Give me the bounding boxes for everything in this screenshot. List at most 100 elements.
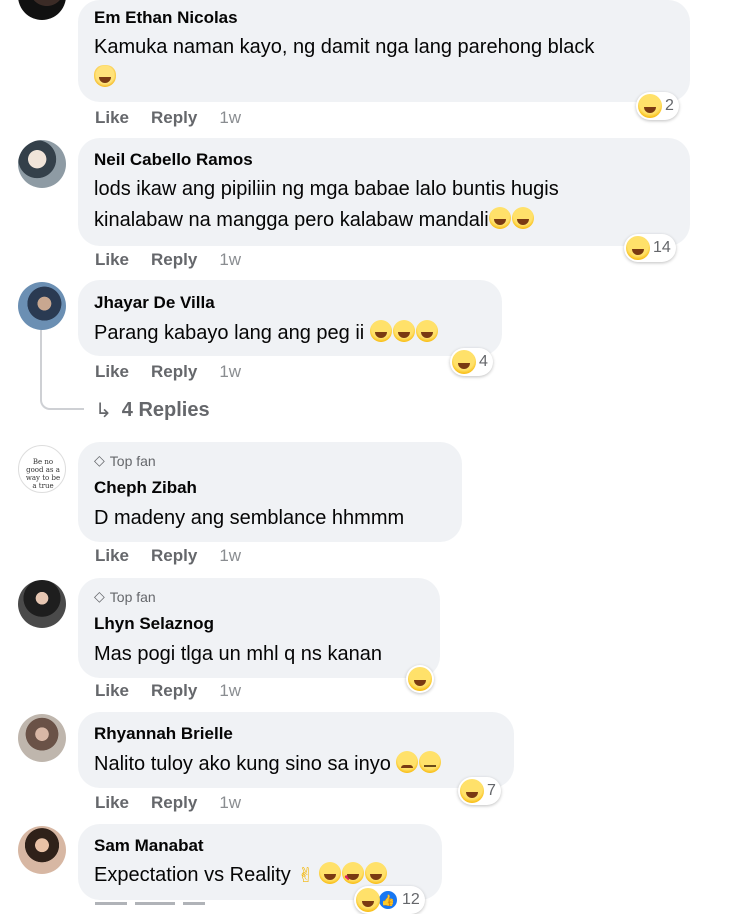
- timestamp[interactable]: 1w: [219, 362, 241, 381]
- reaction-count: 7: [487, 782, 496, 799]
- timestamp[interactable]: 1w: [219, 546, 241, 565]
- reply-thread-line: [40, 330, 84, 410]
- comment-actions: Like Reply 1w: [95, 681, 263, 701]
- comment-text: Nalito tuloy ako kung sino sa inyo: [94, 749, 442, 780]
- victory-hand-emoji-icon: [296, 860, 318, 891]
- reaction-count: 14: [653, 239, 671, 256]
- weary-emoji-icon: [396, 751, 419, 773]
- rofl-emoji-icon: [488, 207, 511, 229]
- replies-count-label: 4 Replies: [121, 399, 210, 421]
- reaction-count: 12: [402, 891, 420, 908]
- timestamp[interactable]: 1w: [219, 108, 241, 127]
- avatar[interactable]: [18, 140, 66, 188]
- top-fan-badge: ◇ Top fan: [94, 588, 156, 605]
- reaction-summary[interactable]: 2: [636, 92, 679, 120]
- comment-text-line: Kamuka naman kayo, ng damit nga lang par…: [94, 36, 595, 58]
- like-button[interactable]: Like: [95, 362, 129, 381]
- reply-button[interactable]: Reply: [151, 362, 197, 381]
- reaction-summary[interactable]: 7: [458, 777, 501, 805]
- reaction-summary[interactable]: 14: [624, 234, 676, 262]
- like-button[interactable]: Like: [95, 108, 129, 127]
- reply-button[interactable]: Reply: [151, 681, 197, 700]
- comment-text-line: D madeny ang semblance hhmmm: [94, 507, 405, 529]
- comment-actions-cut-off: [95, 902, 235, 910]
- diamond-icon: ◇: [94, 452, 105, 468]
- comment-text-line: Parang kabayo lang ang peg ii: [94, 322, 365, 344]
- avatar[interactable]: [18, 714, 66, 762]
- timestamp[interactable]: 1w: [219, 250, 241, 269]
- view-replies-link[interactable]: ↳ 4 Replies: [95, 398, 210, 423]
- avatar-logo-text: Be no good as a way to be a true: [25, 458, 61, 490]
- comment-text: Expectation vs Reality: [94, 860, 388, 895]
- timestamp[interactable]: 1w: [219, 681, 241, 700]
- laugh-tears-emoji-icon: [369, 320, 392, 342]
- diamond-icon: ◇: [94, 588, 105, 604]
- like-button[interactable]: Like: [95, 681, 129, 700]
- comment-text: Kamuka naman kayo, ng damit nga lang par…: [94, 32, 594, 94]
- commenter-name[interactable]: Lhyn Selaznog: [94, 614, 214, 634]
- comment-text-line: lods ikaw ang pipiliin ng mga babae lalo…: [94, 178, 559, 200]
- haha-reaction-icon: [638, 94, 662, 118]
- comment-bubble: Rhyannah Brielle Nalito tuloy ako kung s…: [78, 712, 514, 788]
- comment-actions: Like Reply 1w: [95, 362, 263, 382]
- haha-reaction-icon: [408, 667, 432, 691]
- haha-reaction-icon: [626, 236, 650, 260]
- reply-button[interactable]: Reply: [151, 793, 197, 812]
- comment-text-line: Expectation vs Reality: [94, 864, 291, 886]
- reaction-count: 4: [479, 353, 488, 370]
- comment-bubble: Em Ethan Nicolas Kamuka naman kayo, ng d…: [78, 0, 690, 102]
- like-button[interactable]: Like: [95, 793, 129, 812]
- comment-text-line: kinalabaw na mangga pero kalabaw mandali: [94, 209, 489, 231]
- comment-actions: Like Reply 1w: [95, 108, 263, 128]
- commenter-name[interactable]: Rhyannah Brielle: [94, 724, 233, 744]
- reaction-summary[interactable]: [406, 665, 434, 693]
- avatar[interactable]: [18, 0, 66, 20]
- laugh-tears-emoji-icon: [392, 320, 415, 342]
- rolling-eyes-emoji-icon: [419, 751, 442, 773]
- badge-label: Top fan: [109, 452, 156, 469]
- comment-bubble: ◇ Top fan Lhyn Selaznog Mas pogi tlga un…: [78, 578, 440, 678]
- avatar[interactable]: [18, 282, 66, 330]
- avatar[interactable]: [18, 580, 66, 628]
- haha-reaction-icon: [452, 350, 476, 374]
- timestamp[interactable]: 1w: [219, 793, 241, 812]
- commenter-name[interactable]: Sam Manabat: [94, 836, 204, 856]
- reply-button[interactable]: Reply: [151, 250, 197, 269]
- top-fan-badge: ◇ Top fan: [94, 452, 156, 469]
- comment-bubble: ◇ Top fan Cheph Zibah D madeny ang sembl…: [78, 442, 462, 542]
- badge-label: Top fan: [109, 588, 156, 605]
- comment-bubble: Jhayar De Villa Parang kabayo lang ang p…: [78, 280, 502, 356]
- avatar[interactable]: [18, 826, 66, 874]
- like-button[interactable]: Like: [95, 546, 129, 565]
- commenter-name[interactable]: Em Ethan Nicolas: [94, 8, 238, 28]
- laugh-tears-emoji-icon: [415, 320, 438, 342]
- commenter-name[interactable]: Cheph Zibah: [94, 478, 197, 498]
- comment-text: D madeny ang semblance hhmmm: [94, 503, 404, 534]
- rofl-emoji-icon: [365, 862, 388, 884]
- like-reaction-icon: 👍: [377, 889, 399, 911]
- comment-actions: Like Reply 1w: [95, 250, 263, 270]
- reply-button[interactable]: Reply: [151, 546, 197, 565]
- avatar[interactable]: Be no good as a way to be a true: [18, 445, 66, 493]
- rofl-emoji-icon: [511, 207, 534, 229]
- reply-arrow-icon: ↳: [95, 400, 112, 422]
- comment-text: Parang kabayo lang ang peg ii: [94, 318, 439, 349]
- comment-text: lods ikaw ang pipiliin ng mga babae lalo…: [94, 174, 559, 236]
- reaction-count: 2: [665, 97, 674, 114]
- like-button[interactable]: Like: [95, 250, 129, 269]
- comment-text: Mas pogi tlga un mhl q ns kanan: [94, 639, 382, 670]
- comment-text-line: Nalito tuloy ako kung sino sa inyo: [94, 753, 391, 775]
- reaction-summary[interactable]: 4: [450, 348, 493, 376]
- comment-text-line: Mas pogi tlga un mhl q ns kanan: [94, 643, 382, 665]
- comment-bubble: Neil Cabello Ramos lods ikaw ang pipilii…: [78, 138, 690, 246]
- grin-emoji-icon: [319, 862, 342, 884]
- cat-laugh-emoji-icon: [94, 65, 116, 87]
- haha-reaction-icon: [356, 888, 380, 912]
- commenter-name[interactable]: Jhayar De Villa: [94, 293, 215, 313]
- haha-reaction-icon: [460, 779, 484, 803]
- heart-eyes-emoji-icon: [342, 862, 365, 895]
- comment-actions: Like Reply 1w: [95, 546, 263, 566]
- reply-button[interactable]: Reply: [151, 108, 197, 127]
- commenter-name[interactable]: Neil Cabello Ramos: [94, 150, 253, 170]
- comment-actions: Like Reply 1w: [95, 793, 263, 813]
